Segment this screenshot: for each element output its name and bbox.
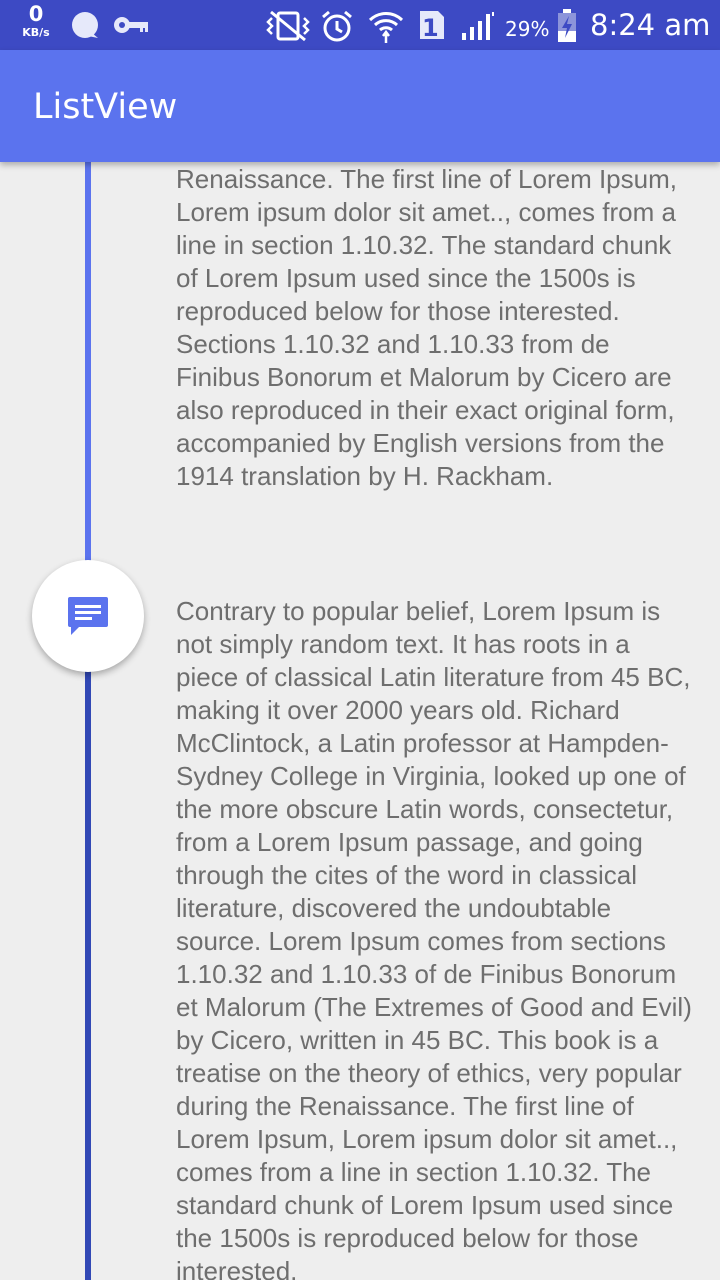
message-icon bbox=[68, 597, 108, 635]
network-speed: 0 KB/s bbox=[14, 2, 58, 39]
list-item-text: Contrary to popular belief, Lorem Ipsum … bbox=[176, 596, 692, 1280]
network-speed-value: 0 bbox=[28, 2, 44, 26]
wifi-icon bbox=[367, 8, 405, 48]
vibrate-icon bbox=[263, 10, 313, 46]
timeline-line-top bbox=[85, 162, 91, 560]
list-item-text: Renaissance. The first line of Lorem Ips… bbox=[176, 164, 677, 491]
timeline-list[interactable]: Renaissance. The first line of Lorem Ips… bbox=[0, 162, 720, 1280]
signal-icon bbox=[461, 11, 495, 45]
network-speed-unit: KB/s bbox=[22, 26, 50, 39]
status-bar: 0 KB/s 1 29% 8:24 am bbox=[0, 0, 720, 50]
clock: 8:24 am bbox=[590, 8, 711, 42]
sim-slot-number: 1 bbox=[422, 14, 439, 42]
battery-charging-icon bbox=[557, 9, 577, 47]
alarm-icon bbox=[320, 9, 354, 47]
app-title: ListView bbox=[33, 87, 178, 127]
chat-bubble-icon bbox=[70, 11, 100, 43]
timeline-marker bbox=[32, 560, 144, 672]
app-bar: ListView bbox=[0, 50, 720, 162]
key-icon bbox=[113, 15, 151, 39]
battery-percent: 29% bbox=[505, 17, 550, 41]
